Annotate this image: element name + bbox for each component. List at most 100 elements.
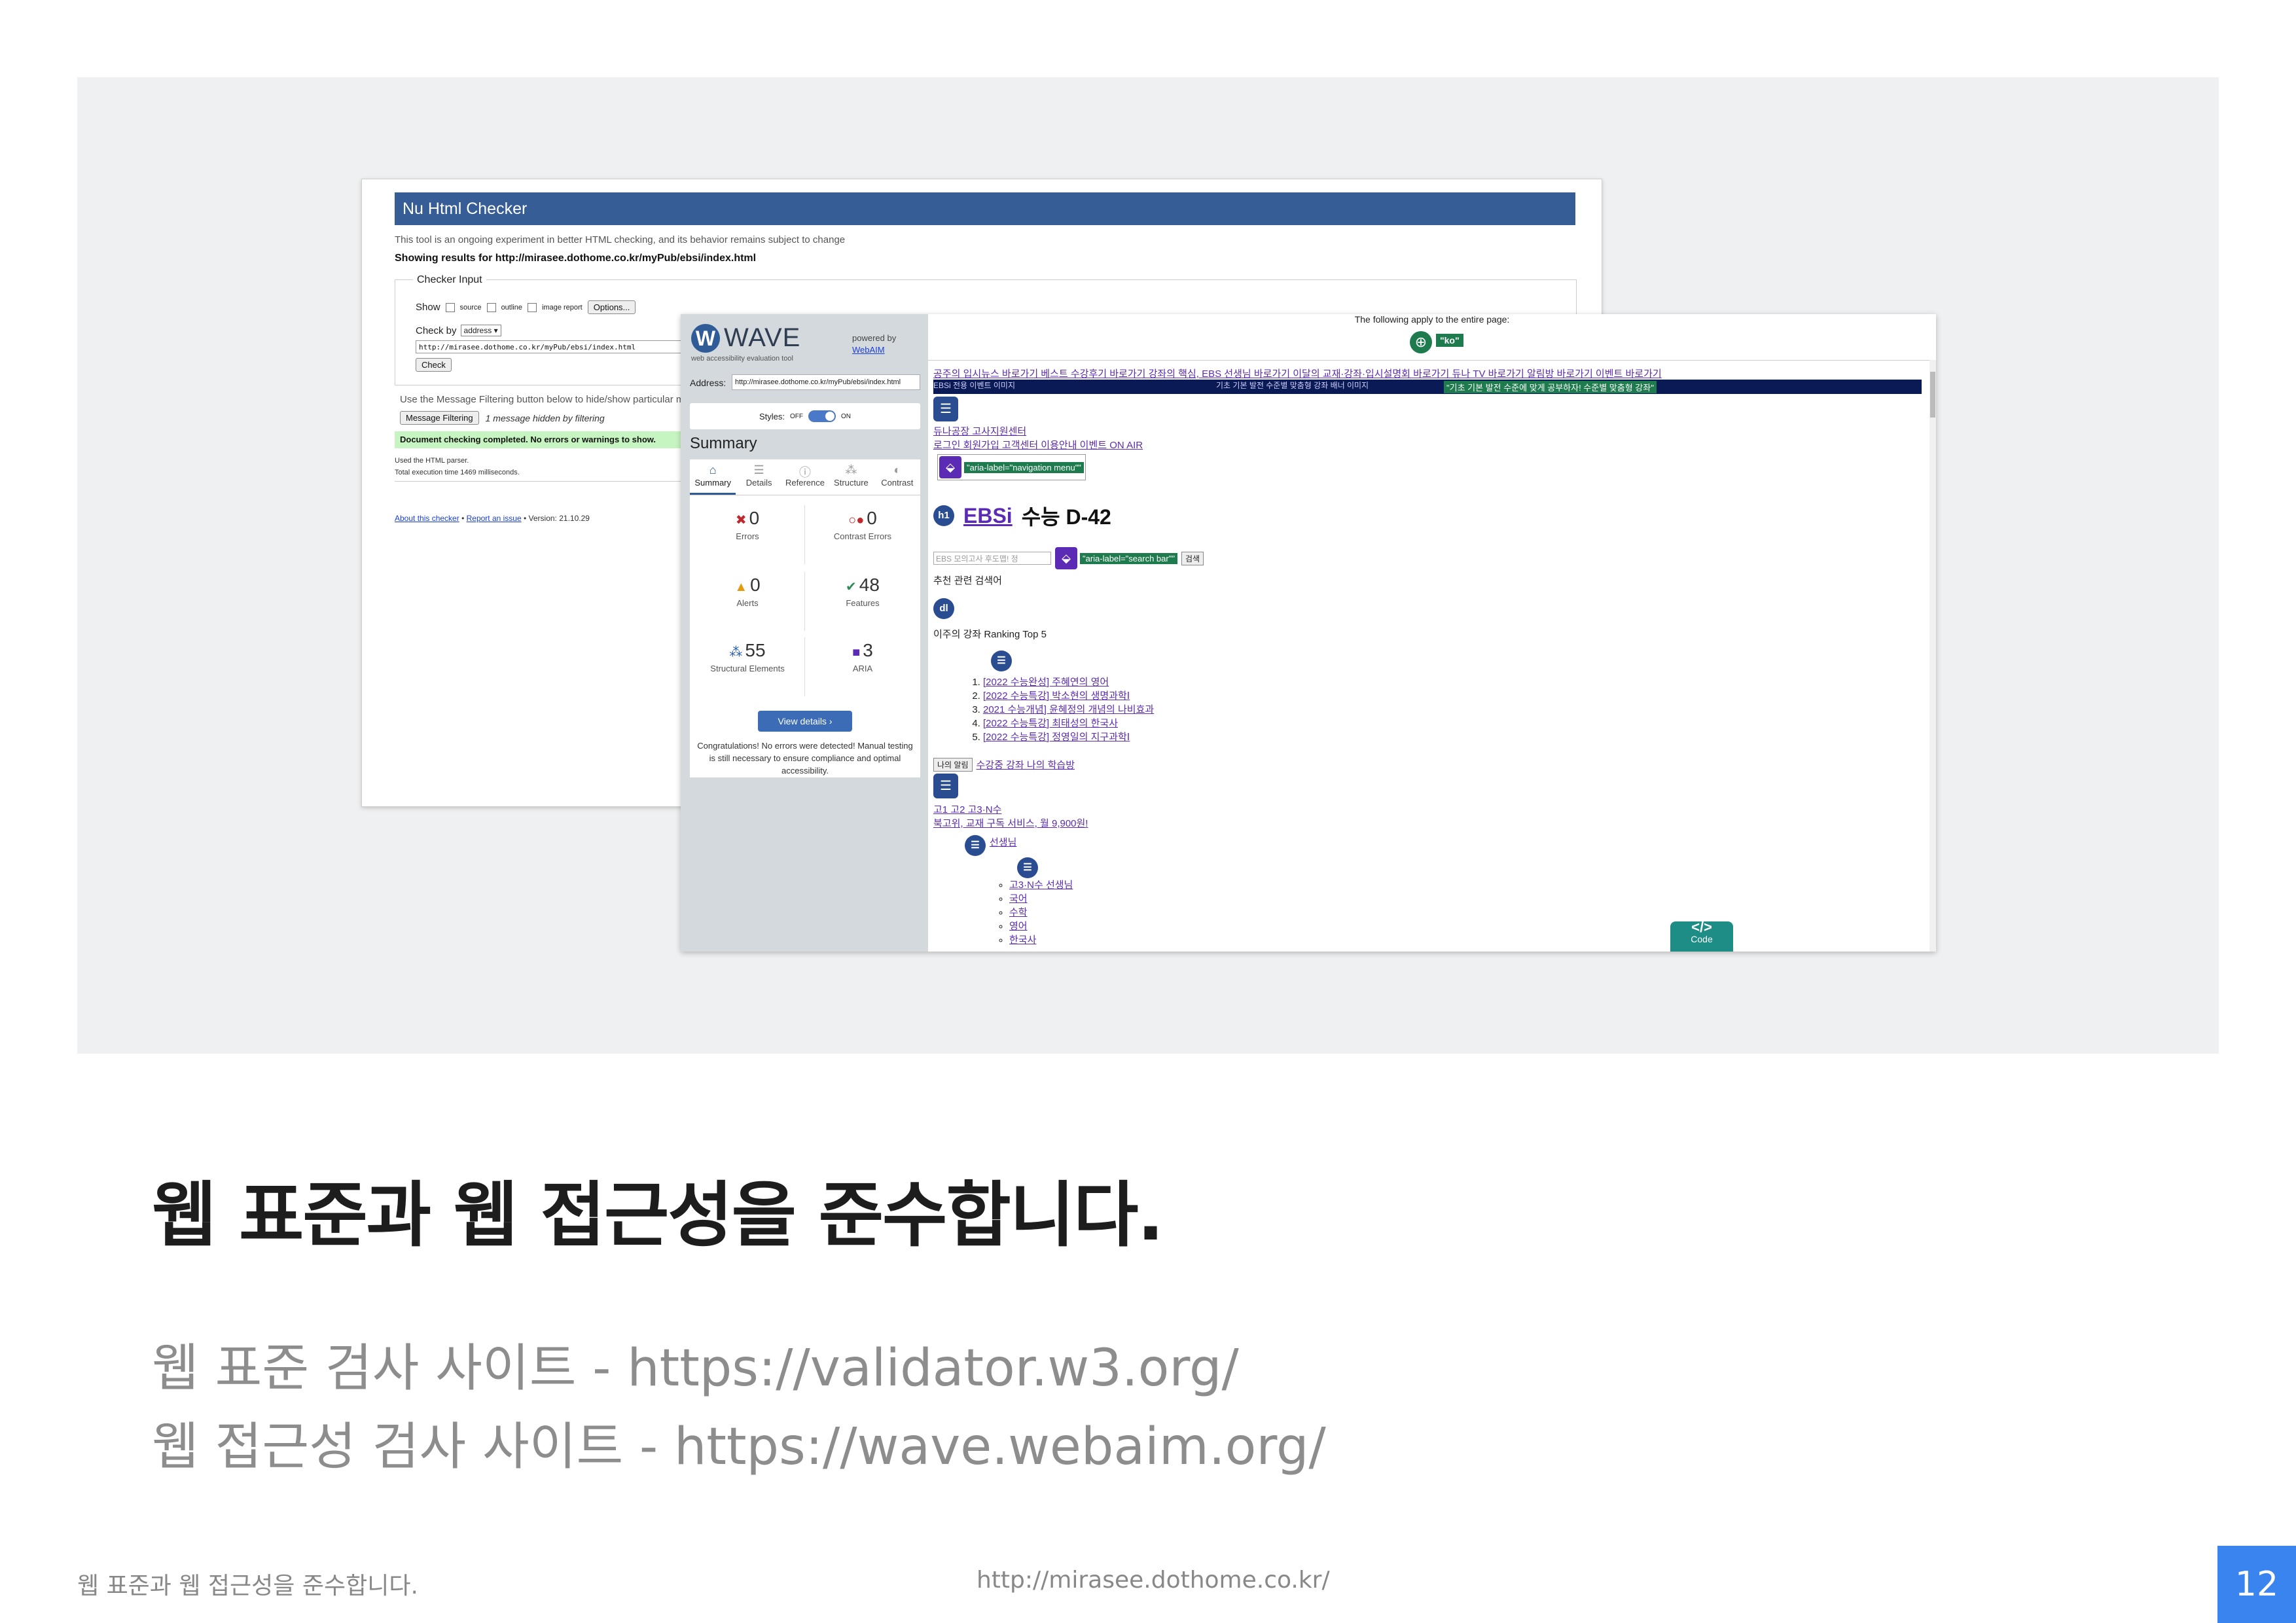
styles-toggle[interactable] <box>808 410 836 422</box>
banner-image-alt-2: 기초 기본 발전 수준별 맞춤형 강좌 배너 이미지 <box>1216 381 1369 390</box>
outline-label: outline <box>501 303 522 312</box>
tab-reference[interactable]: ⓘ Reference <box>782 459 828 495</box>
stat-structural[interactable]: ⁂ 55 Structural Elements <box>690 640 805 705</box>
banner-strip <box>933 380 1922 394</box>
grade-links[interactable]: 고1 고2 고3·N수 <box>933 802 1001 816</box>
structural-count: 55 <box>745 640 766 660</box>
tab-contrast[interactable]: ◐ Contrast <box>874 459 920 495</box>
structural-label: Structural Elements <box>710 664 785 673</box>
scrollbar-track[interactable] <box>1929 360 1936 952</box>
message-filtering-button[interactable]: Message Filtering <box>400 411 479 425</box>
features-count: 48 <box>859 575 880 595</box>
ranking-item[interactable]: [2022 수능완성] 주혜연의 영어 <box>983 677 1109 688</box>
tag-icon: ⬙ <box>939 456 961 478</box>
view-details-button[interactable]: View details › <box>758 711 852 732</box>
check-by-value: address <box>463 326 492 335</box>
teacher-item[interactable]: 한국사 <box>1009 935 1036 946</box>
scrollbar-thumb[interactable] <box>1930 372 1935 418</box>
alarm-row: 나의 알림 수강중 강좌 나의 학습방 <box>933 758 1075 772</box>
wave-tabs: ⌂ Summary ☰ Details ⓘ Reference ⁂ Structure … <box>690 459 920 495</box>
dl-icon[interactable]: dl <box>933 598 954 619</box>
sub-service-link[interactable]: 북고위, 교재 구독 서비스, 월 9,900원! <box>933 816 1088 830</box>
address-input[interactable]: http://mirasee.dothome.co.kr/myPub/ebsi/… <box>732 374 920 390</box>
about-link[interactable]: About this checker <box>395 514 459 523</box>
search-button[interactable]: 검색 <box>1181 551 1204 565</box>
aria-count: 3 <box>863 640 873 660</box>
globe-icon[interactable]: ⊕ <box>1410 331 1432 353</box>
teacher-link[interactable]: 선생님 <box>990 835 1016 849</box>
teacher-item[interactable]: 수학 <box>1009 907 1028 918</box>
contrast-errors-count: 0 <box>867 508 877 528</box>
wave-line: 웹 접근성 검사 사이트 - https://wave.webaim.org/ <box>152 1418 1326 1476</box>
address-label: Address: <box>690 378 726 388</box>
options-button[interactable]: Options... <box>587 300 636 314</box>
stat-features[interactable]: ✔ 48 Features <box>805 575 920 640</box>
report-issue-link[interactable]: Report an issue <box>467 514 522 523</box>
ul-icon[interactable]: ☰ <box>965 835 986 856</box>
ul-icon[interactable]: ☰ <box>1017 857 1038 878</box>
teacher-item[interactable]: 국어 <box>1009 893 1028 904</box>
my-alarm-button[interactable]: 나의 알림 <box>933 758 973 772</box>
summary-heading: Summary <box>690 435 757 452</box>
webaim-link[interactable]: WebAIM <box>852 344 896 356</box>
skip-nav-links[interactable]: 공주의 입시뉴스 바로가기 베스트 수강후기 바로가기 강좌의 핵심, EBS … <box>933 366 1662 380</box>
list-structure-icon[interactable]: ☰ <box>933 397 958 421</box>
stat-alerts[interactable]: ▲ 0 Alerts <box>690 575 805 640</box>
h1-row: h1 EBSi 수능 D-42 <box>933 501 1111 531</box>
source-checkbox[interactable] <box>445 302 455 312</box>
page-number: 12 <box>2217 1546 2296 1623</box>
search-input[interactable]: EBS 모의고사 후도맵! 정 <box>933 552 1051 565</box>
teacher-item[interactable]: 영어 <box>1009 921 1028 932</box>
tag-icon: ⬙ <box>1055 547 1077 569</box>
aria-nav-text: "aria-label="navigation menu"" <box>964 461 1084 473</box>
check-by-label: Check by <box>416 325 457 336</box>
contrast-error-icon: ○● <box>848 513 865 527</box>
ranking-item[interactable]: [2022 수능특강] 박소현의 생명과학Ⅰ <box>983 690 1130 702</box>
tab-reference-label: Reference <box>785 478 825 488</box>
powered-by-text: powered by <box>852 333 897 343</box>
check-button-wrap: Check <box>416 358 452 372</box>
stat-errors[interactable]: ✖ 0 Errors <box>690 508 805 573</box>
message-filter-row: Message Filtering 1 message hidden by fi… <box>400 411 605 425</box>
wave-window: W WAVE web accessibility evaluation tool… <box>681 314 1936 952</box>
parser-info: Used the HTML parser. Total execution ti… <box>395 455 520 478</box>
stat-contrast-errors[interactable]: ○● 0 Contrast Errors <box>805 508 920 573</box>
tab-summary[interactable]: ⌂ Summary <box>690 459 736 495</box>
ebsi-link[interactable]: EBSi <box>963 504 1013 528</box>
h1-icon[interactable]: h1 <box>933 505 954 526</box>
check-by-select[interactable]: address ▾ <box>460 325 501 336</box>
alerts-count: 0 <box>750 575 761 595</box>
features-label: Features <box>846 598 880 608</box>
tab-details[interactable]: ☰ Details <box>736 459 781 495</box>
tab-structure-label: Structure <box>834 478 869 488</box>
alert-icon: ▲ <box>734 580 748 594</box>
ranking-item[interactable]: 2021 수능개념] 윤혜정의 개념의 나비효과 <box>983 704 1154 715</box>
summary-panel: ⌂ Summary ☰ Details ⓘ Reference ⁂ Structure … <box>690 459 920 777</box>
congrats-text: Congratulations! No errors were detected… <box>697 741 913 776</box>
image-report-checkbox[interactable] <box>527 302 537 312</box>
list-structure-icon[interactable]: ☰ <box>933 774 958 798</box>
code-toggle-button[interactable]: </> Code <box>1670 920 1733 952</box>
aria-search-marker[interactable]: ⬙ "aria-label="search bar"" <box>1055 547 1177 569</box>
my-alarm-link[interactable]: 수강중 강좌 나의 학습방 <box>977 758 1075 772</box>
util-links-2[interactable]: 로그인 회원가입 고객센터 이용안내 이벤트 ON AIR <box>933 438 1143 452</box>
tab-structure[interactable]: ⁂ Structure <box>828 459 874 495</box>
dday-text: 수능 D-42 <box>1021 505 1111 529</box>
stat-aria[interactable]: ■ 3 ARIA <box>805 640 920 705</box>
teacher-item[interactable]: 고3·N수 선생님 <box>1009 880 1073 891</box>
ranking-item[interactable]: [2022 수능특강] 최태성의 한국사 <box>983 718 1118 729</box>
util-links-1[interactable]: 듀나공장 고사지원센터 <box>933 424 1026 438</box>
ol-icon[interactable]: ☰ <box>991 651 1012 671</box>
tab-summary-label: Summary <box>694 478 732 488</box>
styles-toggle-row: Styles: OFF ON <box>690 403 920 429</box>
footer-title: 웹 표준과 웹 접근성을 준수합니다. <box>77 1573 418 1599</box>
source-label: source <box>459 303 482 312</box>
aria-nav-marker[interactable]: ⬙ "aria-label="navigation menu"" <box>937 454 1086 480</box>
ranking-title: 이주의 강좌 Ranking Top 5 <box>933 629 1047 640</box>
ranking-item[interactable]: [2022 수능특강] 정영일의 지구과학Ⅰ <box>983 732 1130 743</box>
outline-checkbox[interactable] <box>486 302 496 312</box>
nu-checker-title: Nu Html Checker <box>395 192 1575 225</box>
footer-separator: • <box>461 514 465 523</box>
check-button[interactable]: Check <box>416 358 452 372</box>
validator-line: 웹 표준 검사 사이트 - https://validator.w3.org/ <box>152 1339 1239 1398</box>
